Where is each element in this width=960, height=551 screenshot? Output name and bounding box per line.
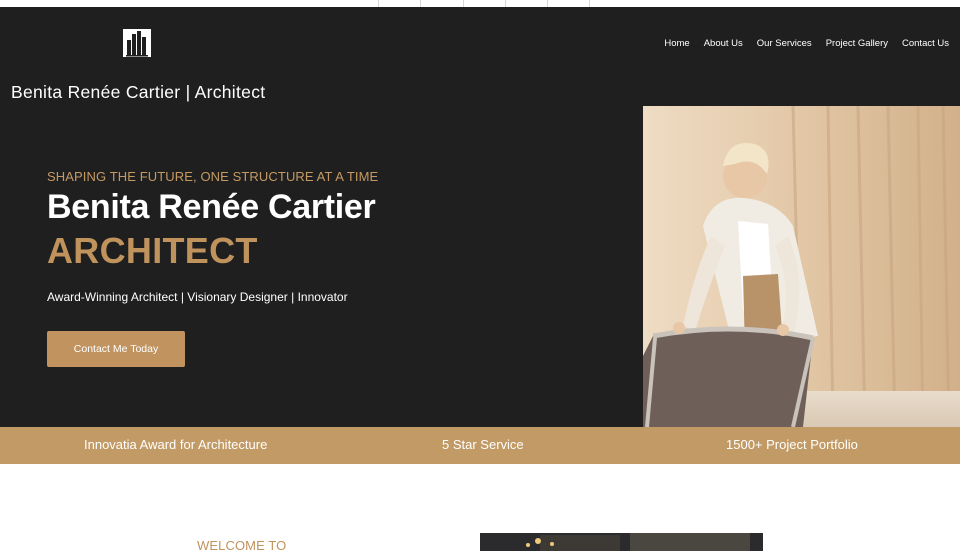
- main-nav: Home About Us Our Services Project Galle…: [664, 38, 949, 49]
- hero-name: Benita Renée Cartier: [47, 188, 376, 226]
- divider: [378, 0, 379, 7]
- hero-role: ARCHITECT: [47, 230, 258, 271]
- nav-project-gallery[interactable]: Project Gallery: [826, 38, 888, 49]
- divider: [505, 0, 506, 7]
- hero-tagline: SHAPING THE FUTURE, ONE STRUCTURE AT A T…: [47, 169, 379, 184]
- nav-contact-us[interactable]: Contact Us: [902, 38, 949, 49]
- divider: [463, 0, 464, 7]
- welcome-heading: WELCOME TO: [197, 538, 287, 551]
- architect-portrait-image: [643, 106, 960, 427]
- highlight-portfolio: 1500+ Project Portfolio: [726, 437, 858, 452]
- divider: [547, 0, 548, 7]
- nav-our-services[interactable]: Our Services: [757, 38, 812, 49]
- interior-image: [480, 533, 763, 551]
- divider: [589, 0, 590, 7]
- divider: [420, 0, 421, 7]
- contact-me-button[interactable]: Contact Me Today: [47, 331, 185, 367]
- highlight-award: Innovatia Award for Architecture: [84, 437, 268, 452]
- building-logo-icon[interactable]: [120, 26, 154, 60]
- nav-about-us[interactable]: About Us: [704, 38, 743, 49]
- hero-subtitle: Award-Winning Architect | Visionary Desi…: [47, 290, 348, 304]
- top-strip: [0, 0, 960, 7]
- highlights-band: Innovatia Award for Architecture 5 Star …: [0, 427, 960, 464]
- site-title[interactable]: Benita Renée Cartier | Architect: [11, 82, 265, 103]
- highlight-service: 5 Star Service: [442, 437, 524, 452]
- nav-home[interactable]: Home: [664, 38, 689, 49]
